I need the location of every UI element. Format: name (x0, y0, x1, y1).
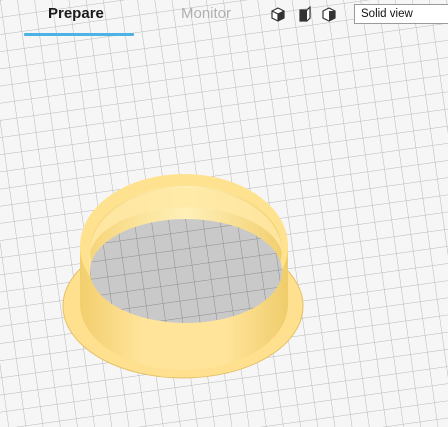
tab-prepare[interactable]: Prepare (48, 5, 104, 22)
ring-model[interactable] (62, 174, 304, 379)
ring-hole-grid (90, 219, 282, 323)
active-tab-indicator (24, 33, 134, 36)
side-view-icon[interactable] (321, 6, 337, 22)
3d-view-icon[interactable] (270, 6, 286, 22)
front-view-icon[interactable] (297, 6, 313, 22)
build-plate-viewport[interactable] (0, 0, 448, 427)
toolbar: Prepare Monitor Solid view (0, 0, 448, 36)
tab-monitor[interactable]: Monitor (181, 5, 231, 22)
view-mode-select[interactable]: Solid view (354, 4, 448, 24)
